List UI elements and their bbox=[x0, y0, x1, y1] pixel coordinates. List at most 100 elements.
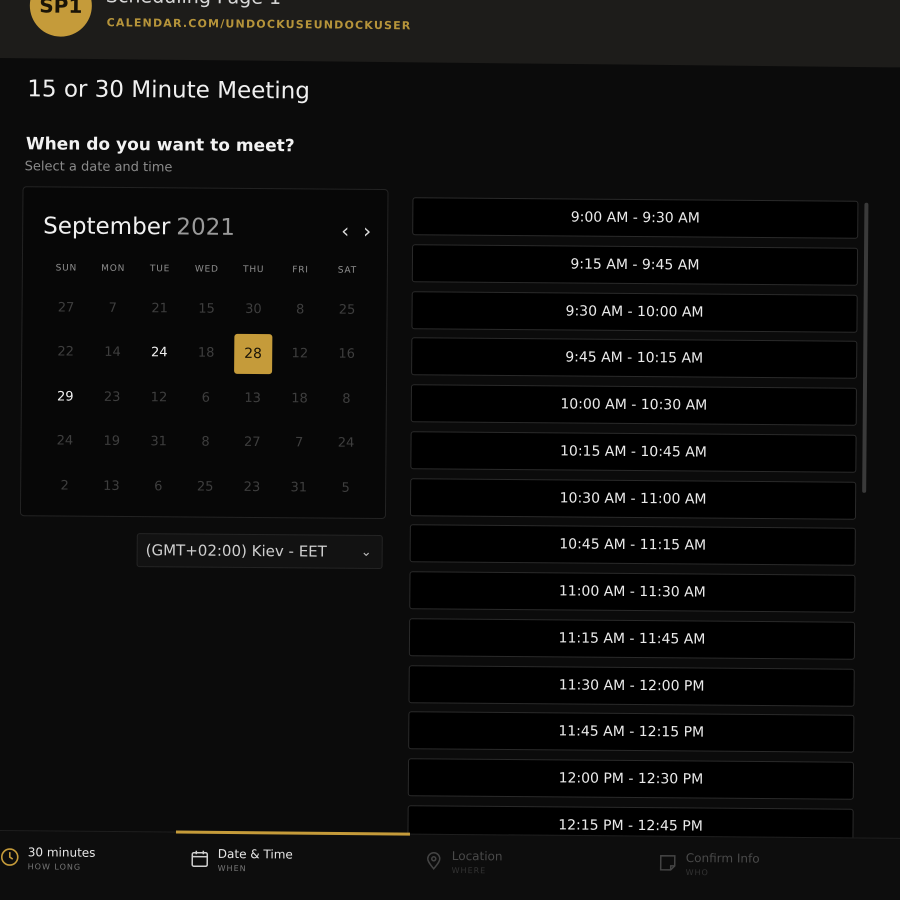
calendar-day: 13 bbox=[229, 378, 276, 418]
calendar-day: 7 bbox=[276, 423, 323, 463]
time-slot-button[interactable]: 11:15 AM - 11:45 AM bbox=[408, 617, 856, 660]
calendar-day-number: 21 bbox=[151, 300, 169, 316]
chevron-right-icon: › bbox=[363, 218, 372, 243]
location-pin-icon bbox=[424, 851, 444, 871]
step-label: Confirm Info bbox=[685, 850, 760, 866]
calendar-day: 24 bbox=[41, 421, 88, 461]
calendar-day-number: 6 bbox=[201, 390, 211, 406]
calendar-day: 25 bbox=[182, 466, 229, 506]
calendar-day-number: 8 bbox=[342, 391, 351, 407]
calendar-day-number: 25 bbox=[338, 302, 356, 318]
weekday-label: WED bbox=[194, 264, 219, 275]
calendar-icon bbox=[190, 849, 210, 869]
calendar-month-label: September 2021 bbox=[43, 213, 235, 241]
step-sublabel: WHEN bbox=[217, 863, 247, 874]
calendar-day: 15 bbox=[183, 288, 230, 328]
calendar-month: September bbox=[43, 213, 171, 241]
weekday-label: SUN bbox=[55, 263, 78, 274]
timezone-select[interactable]: (GMT+02:00) Kiev - EET ⌄ bbox=[136, 533, 383, 570]
time-slot-button[interactable]: 11:45 AM - 12:15 PM bbox=[408, 711, 855, 753]
calendar-day: 2 bbox=[41, 465, 88, 505]
calendar-day-number: 2 bbox=[60, 477, 69, 494]
step-label: 30 minutes bbox=[27, 845, 96, 860]
time-slot-button[interactable]: 10:00 AM - 10:30 AM bbox=[410, 384, 857, 426]
time-slot-button[interactable]: 12:00 PM - 12:30 PM bbox=[407, 758, 855, 800]
calendar-day: 21 bbox=[136, 288, 183, 328]
step-where[interactable]: Location WHERE bbox=[424, 849, 503, 890]
calendar-day-number: 29 bbox=[56, 388, 74, 405]
calendar-day: 27 bbox=[229, 422, 276, 462]
calendar-week-row: 2 13 6 25 23 31 5 bbox=[41, 465, 369, 508]
weekday-label: SAT bbox=[337, 265, 358, 276]
calendar-day: 31 bbox=[135, 422, 182, 462]
calendar-day[interactable]: 29 bbox=[42, 376, 89, 416]
time-slot-button[interactable]: 10:15 AM - 10:45 AM bbox=[410, 430, 857, 473]
calendar-day[interactable]: 24 bbox=[136, 333, 183, 373]
calendar-day-number: 7 bbox=[108, 300, 118, 316]
calendar-day-number: 25 bbox=[196, 479, 214, 495]
calendar-day: 16 bbox=[323, 334, 370, 374]
calendar-day-number: 23 bbox=[103, 389, 121, 405]
calendar-day-number: 6 bbox=[154, 478, 163, 494]
calendar-day-number: 23 bbox=[243, 479, 261, 495]
calendar-day-number: 13 bbox=[244, 390, 262, 406]
step-how-long[interactable]: 30 minutes HOW LONG bbox=[0, 845, 96, 886]
calendar-day-number: 13 bbox=[103, 478, 120, 494]
calendar-day: 6 bbox=[135, 466, 182, 506]
calendar-day-number: 15 bbox=[198, 301, 215, 317]
date-picker: September 2021 ‹ › SUN MON TUE WED THU FRI SAT … bbox=[19, 186, 389, 520]
calendar-day: 6 bbox=[182, 377, 229, 417]
step-when[interactable]: Date & Time WHEN bbox=[190, 847, 293, 888]
scheduling-page: SP1 Scheduling Page 1 CALENDAR.COM/UNDOC… bbox=[0, 0, 900, 900]
calendar-day: 18 bbox=[276, 378, 323, 418]
calendar-day-number: 8 bbox=[296, 301, 305, 317]
calendar-day-number: 22 bbox=[57, 344, 74, 360]
calendar-day: 12 bbox=[276, 334, 323, 374]
calendar-grid: 27 7 21 15 30 8 25 22 14 24 18 28 12 16 29 23 12 6 13 18 8 24… bbox=[24, 187, 388, 495]
calendar-day: 8 bbox=[277, 289, 324, 329]
calendar-day-number: 8 bbox=[201, 434, 210, 450]
weekday-header: SUN MON TUE WED THU FRI SAT bbox=[43, 263, 371, 276]
time-slot-button[interactable]: 11:00 AM - 11:30 AM bbox=[409, 571, 856, 613]
clock-icon bbox=[0, 847, 20, 867]
calendar-day: 13 bbox=[88, 466, 135, 506]
calendar-day-number: 24 bbox=[337, 435, 355, 451]
weekday-label: THU bbox=[243, 264, 265, 276]
main-content: 15 or 30 Minute Meeting When do you want… bbox=[0, 0, 900, 900]
calendar-day-number: 18 bbox=[291, 390, 308, 406]
step-progress-indicator bbox=[175, 830, 410, 836]
time-slot-button[interactable]: 9:00 AM - 9:30 AM bbox=[412, 197, 859, 239]
calendar-day: 14 bbox=[89, 332, 136, 372]
calendar-day: 12 bbox=[135, 377, 182, 417]
time-slot-button[interactable]: 9:15 AM - 9:45 AM bbox=[411, 243, 859, 286]
calendar-day-number: 27 bbox=[243, 434, 261, 451]
weekday-label: MON bbox=[101, 263, 126, 274]
next-month-button[interactable]: › bbox=[358, 218, 376, 243]
calendar-day: 19 bbox=[88, 421, 135, 461]
time-slot-button[interactable]: 10:45 AM - 11:15 AM bbox=[409, 524, 856, 566]
calendar-day-number: 16 bbox=[338, 346, 356, 362]
calendar-day-selected[interactable]: 28 bbox=[229, 333, 276, 374]
time-slot-button[interactable]: 9:30 AM - 10:00 AM bbox=[411, 290, 858, 333]
calendar-day-number: 14 bbox=[104, 344, 121, 360]
step-sublabel: WHERE bbox=[451, 865, 487, 876]
time-slot-button[interactable]: 9:45 AM - 10:15 AM bbox=[411, 337, 858, 379]
time-slot-button[interactable]: 11:30 AM - 12:00 PM bbox=[408, 664, 855, 707]
step-who[interactable]: Confirm Info WHO bbox=[657, 850, 760, 892]
calendar-day-number: 19 bbox=[103, 433, 121, 449]
calendar-day-number: 24 bbox=[56, 433, 74, 449]
calendar-day: 27 bbox=[42, 287, 89, 327]
calendar-day-number: 12 bbox=[150, 389, 168, 405]
meeting-title: 15 or 30 Minute Meeting bbox=[27, 76, 310, 105]
calendar-day: 8 bbox=[182, 422, 229, 462]
time-slot-button[interactable]: 10:30 AM - 11:00 AM bbox=[409, 477, 857, 520]
weekday-label: TUE bbox=[149, 264, 171, 275]
section-heading: When do you want to meet? bbox=[25, 134, 295, 157]
slot-list-scrollbar[interactable] bbox=[862, 202, 869, 493]
calendar-week-row: 27 7 21 15 30 8 25 bbox=[42, 287, 370, 330]
prev-month-button[interactable]: ‹ bbox=[336, 219, 354, 243]
calendar-day-number: 12 bbox=[291, 346, 309, 362]
calendar-day: 8 bbox=[323, 379, 370, 419]
calendar-day: 7 bbox=[89, 288, 136, 328]
calendar-day-number: 7 bbox=[294, 435, 304, 451]
